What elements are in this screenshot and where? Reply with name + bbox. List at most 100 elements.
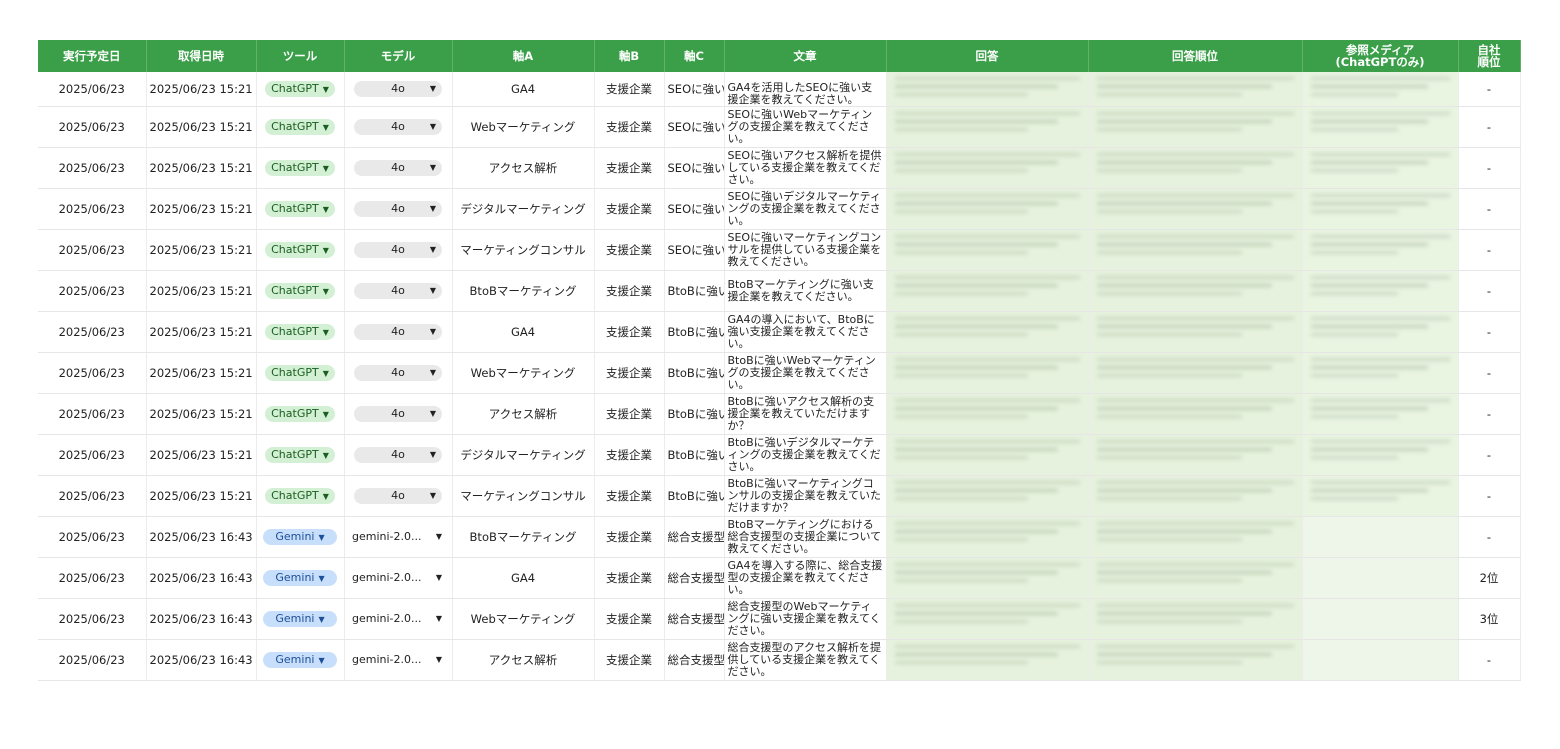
own-rank-cell[interactable]: - [1458,475,1521,517]
axis-a-cell[interactable]: Webマーケティング [452,598,595,640]
fetched-at-cell[interactable]: 2025/06/23 15:21 [146,393,257,435]
axis-c-cell[interactable]: 総合支援型 [664,516,725,558]
axis-c-cell[interactable]: BtoBに強い [664,352,725,394]
answer-order-cell-blurred[interactable] [1088,557,1303,599]
ref-media-cell-blurred[interactable] [1302,434,1459,476]
answer-order-cell-blurred[interactable] [1088,516,1303,558]
tool-chip[interactable]: ChatGPT ▼ [265,324,335,340]
answer-order-cell-blurred[interactable] [1088,639,1303,681]
answer-order-cell-blurred[interactable] [1088,229,1303,271]
model-dropdown[interactable]: 4o ▼ [354,488,442,504]
tool-cell[interactable]: Gemini ▼ [256,598,345,640]
axis-a-cell[interactable]: アクセス解析 [452,639,595,681]
run-date-cell[interactable]: 2025/06/23 [38,311,147,353]
axis-b-cell[interactable]: 支援企業 [594,475,665,517]
axis-c-cell[interactable]: 総合支援型 [664,598,725,640]
tool-chip[interactable]: ChatGPT ▼ [265,447,335,463]
tool-cell[interactable]: ChatGPT ▼ [256,352,345,394]
fetched-at-cell[interactable]: 2025/06/23 15:21 [146,311,257,353]
header-ref-media[interactable]: 参照メディア (ChatGPTのみ) [1302,40,1459,72]
run-date-cell[interactable]: 2025/06/23 [38,557,147,599]
tool-chip[interactable]: ChatGPT ▼ [265,365,335,381]
answer-order-cell-blurred[interactable] [1088,352,1303,394]
model-dropdown[interactable]: 4o ▼ [354,119,442,135]
tool-cell[interactable]: ChatGPT ▼ [256,72,345,107]
tool-cell[interactable]: Gemini ▼ [256,639,345,681]
answer-cell-blurred[interactable] [886,72,1089,107]
model-cell[interactable]: 4o ▼ [344,434,453,476]
model-cell[interactable]: gemini-2.0... ▼ [344,639,453,681]
header-own-rank[interactable]: 自社 順位 [1458,40,1521,72]
axis-b-cell[interactable]: 支援企業 [594,557,665,599]
header-axis-a[interactable]: 軸A [452,40,595,72]
tool-cell[interactable]: ChatGPT ▼ [256,270,345,312]
answer-order-cell-blurred[interactable] [1088,475,1303,517]
fetched-at-cell[interactable]: 2025/06/23 15:21 [146,434,257,476]
tool-chip[interactable]: ChatGPT ▼ [265,201,335,217]
axis-a-cell[interactable]: デジタルマーケティング [452,188,595,230]
own-rank-cell[interactable]: - [1458,270,1521,312]
model-cell[interactable]: gemini-2.0... ▼ [344,516,453,558]
model-cell[interactable]: 4o ▼ [344,106,453,148]
run-date-cell[interactable]: 2025/06/23 [38,516,147,558]
prompt-text-cell[interactable]: GA4を活用したSEOに強い支援企業を教えてください。 [724,72,887,107]
prompt-text-cell[interactable]: BtoBに強いアクセス解析の支援企業を教えていただけますか？ [724,393,887,435]
answer-order-cell-blurred[interactable] [1088,434,1303,476]
tool-chip[interactable]: Gemini ▼ [263,529,337,545]
own-rank-cell[interactable]: - [1458,311,1521,353]
answer-order-cell-blurred[interactable] [1088,311,1303,353]
model-dropdown[interactable]: 4o ▼ [354,447,442,463]
model-dropdown[interactable]: gemini-2.0... ▼ [352,611,444,627]
axis-a-cell[interactable]: マーケティングコンサル [452,229,595,271]
header-tool[interactable]: ツール [256,40,345,72]
own-rank-cell[interactable]: - [1458,393,1521,435]
prompt-text-cell[interactable]: BtoBに強いデジタルマーケティングの支援企業を教えてください。 [724,434,887,476]
model-dropdown[interactable]: 4o ▼ [354,365,442,381]
tool-chip[interactable]: ChatGPT ▼ [265,119,335,135]
answer-cell-blurred[interactable] [886,557,1089,599]
fetched-at-cell[interactable]: 2025/06/23 16:43 [146,639,257,681]
prompt-text-cell[interactable]: SEOに強いデジタルマーケティングの支援企業を教えてください。 [724,188,887,230]
axis-b-cell[interactable]: 支援企業 [594,188,665,230]
tool-cell[interactable]: ChatGPT ▼ [256,434,345,476]
answer-order-cell-blurred[interactable] [1088,147,1303,189]
tool-chip[interactable]: ChatGPT ▼ [265,242,335,258]
tool-chip[interactable]: Gemini ▼ [263,652,337,668]
model-dropdown[interactable]: 4o ▼ [354,242,442,258]
run-date-cell[interactable]: 2025/06/23 [38,188,147,230]
model-cell[interactable]: 4o ▼ [344,393,453,435]
answer-order-cell-blurred[interactable] [1088,598,1303,640]
fetched-at-cell[interactable]: 2025/06/23 15:21 [146,72,257,107]
header-fetched-at[interactable]: 取得日時 [146,40,257,72]
answer-cell-blurred[interactable] [886,147,1089,189]
answer-cell-blurred[interactable] [886,598,1089,640]
run-date-cell[interactable]: 2025/06/23 [38,229,147,271]
fetched-at-cell[interactable]: 2025/06/23 15:21 [146,270,257,312]
tool-chip[interactable]: ChatGPT ▼ [265,81,335,97]
prompt-text-cell[interactable]: 総合支援型のWebマーケティングに強い支援企業を教えてください。 [724,598,887,640]
model-dropdown[interactable]: 4o ▼ [354,201,442,217]
axis-b-cell[interactable]: 支援企業 [594,72,665,107]
axis-a-cell[interactable]: GA4 [452,311,595,353]
axis-b-cell[interactable]: 支援企業 [594,434,665,476]
own-rank-cell[interactable]: - [1458,188,1521,230]
model-cell[interactable]: gemini-2.0... ▼ [344,598,453,640]
answer-cell-blurred[interactable] [886,434,1089,476]
header-answer-order[interactable]: 回答順位 [1088,40,1303,72]
axis-a-cell[interactable]: BtoBマーケティング [452,516,595,558]
axis-c-cell[interactable]: SEOに強い [664,188,725,230]
tool-cell[interactable]: ChatGPT ▼ [256,311,345,353]
tool-cell[interactable]: ChatGPT ▼ [256,147,345,189]
model-dropdown[interactable]: gemini-2.0... ▼ [352,652,444,668]
fetched-at-cell[interactable]: 2025/06/23 15:21 [146,352,257,394]
tool-cell[interactable]: Gemini ▼ [256,557,345,599]
tool-chip[interactable]: ChatGPT ▼ [265,160,335,176]
prompt-text-cell[interactable]: BtoBマーケティングに強い支援企業を教えてください。 [724,270,887,312]
tool-cell[interactable]: Gemini ▼ [256,516,345,558]
own-rank-cell[interactable]: - [1458,229,1521,271]
ref-media-cell-blurred[interactable] [1302,311,1459,353]
axis-c-cell[interactable]: BtoBに強い [664,270,725,312]
model-cell[interactable]: 4o ▼ [344,147,453,189]
model-dropdown[interactable]: 4o ▼ [354,324,442,340]
ref-media-cell-blurred[interactable] [1302,639,1459,681]
